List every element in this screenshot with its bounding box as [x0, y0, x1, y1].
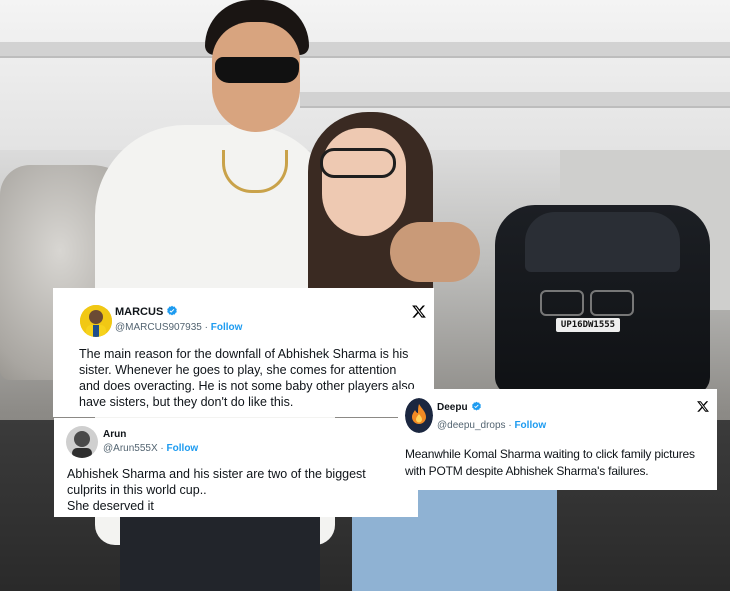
tweet-card: MARCUS @MARCUS907935 · Follow The main r… [53, 288, 434, 417]
tweet-text-line: culprits in this world cup.. [67, 483, 207, 497]
ceiling-beam [300, 92, 730, 108]
tweet-handle-row: @deepu_drops · Follow [437, 419, 546, 432]
handle[interactable]: @MARCUS907935 [115, 322, 202, 333]
display-name-text[interactable]: Deepu [437, 402, 468, 413]
tweet-text: Abhishek Sharma and his sister are two o… [67, 466, 412, 514]
verified-badge-icon [471, 401, 481, 411]
display-name-text[interactable]: Arun [103, 429, 126, 440]
sunglasses [215, 57, 299, 83]
display-name-text[interactable]: MARCUS [115, 306, 163, 318]
tweet-text-line: Abhishek Sharma and his sister are two o… [67, 467, 366, 481]
tweet-text: The main reason for the downfall of Abhi… [79, 347, 415, 409]
avatar[interactable] [66, 426, 98, 458]
arm-around-shoulder [390, 222, 480, 282]
x-logo-icon[interactable] [411, 304, 427, 319]
handle[interactable]: @deepu_drops [437, 420, 506, 431]
woman-face [322, 128, 406, 236]
tweet-card: Arun @Arun555X · Follow Abhishek Sharma … [54, 418, 418, 517]
verified-badge-icon [167, 305, 178, 316]
display-name[interactable]: MARCUS [115, 305, 178, 319]
avatar[interactable] [80, 305, 112, 337]
tweet-card: Deepu @deepu_drops · Follow Meanwhile Ko… [398, 389, 717, 490]
tweet-handle-row: @MARCUS907935 · Follow [115, 321, 242, 334]
tweet-handle-row: @Arun555X · Follow [103, 442, 198, 455]
separator: · [508, 420, 512, 431]
display-name[interactable]: Arun [103, 428, 126, 441]
separator: · [160, 443, 164, 454]
avatar[interactable] [405, 398, 433, 433]
car-grille [540, 290, 584, 316]
follow-button[interactable]: Follow [211, 322, 243, 333]
car-windshield [525, 212, 680, 272]
handle[interactable]: @Arun555X [103, 443, 158, 454]
display-name[interactable]: Deepu [437, 401, 482, 414]
x-logo-icon[interactable] [696, 400, 710, 413]
woman-glasses [320, 148, 396, 178]
ceiling-beam [0, 42, 730, 58]
follow-button[interactable]: Follow [167, 443, 199, 454]
tweet-text-line: She deserved it [67, 499, 154, 513]
car-grille [590, 290, 634, 316]
tweet-text: Meanwhile Komal Sharma waiting to click … [405, 447, 695, 478]
car-license-plate: UP16DW1555 [556, 318, 620, 332]
separator: · [204, 322, 208, 333]
follow-button[interactable]: Follow [514, 420, 546, 431]
